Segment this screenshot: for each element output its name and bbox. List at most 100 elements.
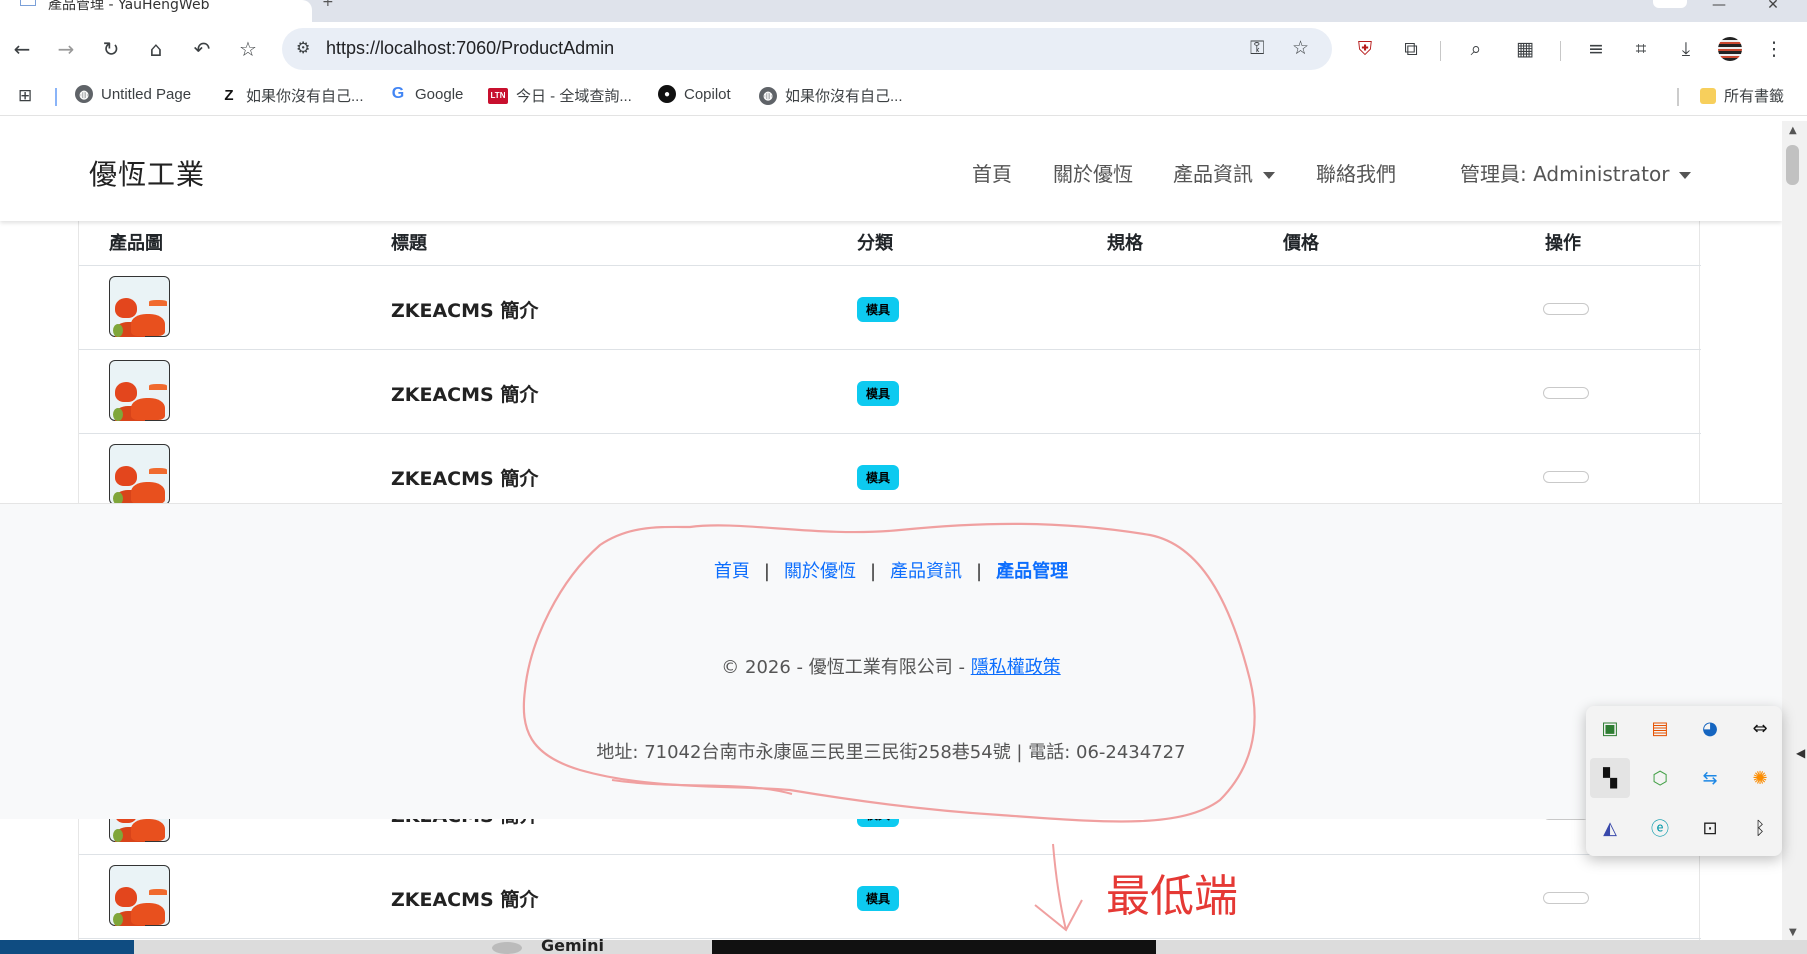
footer-address: 地址: 71042台南市永康區三民里三民街258巷54號 | 電話: 06-24… [596, 742, 1186, 763]
bookmark-item[interactable]: G Google [389, 85, 464, 103]
table-row: ZKEACMS 簡介 模具 [79, 350, 1701, 434]
new-tab-plus-icon[interactable]: + [322, 0, 334, 10]
google-icon: G [391, 85, 405, 102]
bookmark-item[interactable]: LTN 今日 - 全域查詢... [488, 85, 632, 106]
nav-home[interactable]: 首頁 [972, 158, 1012, 187]
bookmark-item[interactable]: ◍ Untitled Page [75, 85, 191, 103]
header-spec: 規格 [1107, 233, 1143, 254]
taskbar-window-preview[interactable] [712, 940, 1156, 954]
header-price: 價格 [1283, 233, 1319, 254]
category-badge: 模具 [857, 297, 900, 322]
bluetooth-icon[interactable]: ᛒ [1740, 808, 1780, 848]
action-button[interactable] [1543, 387, 1589, 399]
page-favicon-icon [20, 0, 36, 6]
table-header: 產品圖 標題 分類 規格 價格 操作 [79, 221, 1701, 266]
tray-app-icon[interactable]: ⬡ [1640, 758, 1680, 798]
action-button[interactable] [1543, 471, 1589, 483]
back-icon[interactable]: ← [8, 35, 36, 63]
scroll-down-icon[interactable]: ▼ [1789, 927, 1797, 938]
apps-grid-icon[interactable]: ⊞ [18, 86, 32, 106]
header-title: 標題 [391, 233, 427, 254]
address-bar[interactable]: ⚙ https://localhost:7060/ProductAdmin ⚿ … [282, 28, 1332, 70]
tray-app-icon[interactable]: ▤ [1640, 708, 1680, 748]
product-thumbnail [109, 865, 170, 926]
close-window-icon[interactable]: ✕ [1751, 0, 1795, 16]
nav-contact[interactable]: 聯絡我們 [1316, 158, 1396, 187]
qr-code-icon[interactable]: ▦ [1511, 35, 1539, 63]
password-key-icon[interactable]: ⚿ [1250, 37, 1264, 59]
product-title: ZKEACMS 簡介 [391, 889, 539, 911]
tab-strip: 產品管理 - YauHengWeb + — ✕ [0, 0, 1807, 22]
page-viewport: 優恆工業 首頁 關於優恆 產品資訊 聯絡我們 管理員: Administrato… [0, 121, 1782, 954]
all-bookmarks-folder[interactable]: 所有書籤 [1700, 85, 1784, 106]
tab-title: 產品管理 - YauHengWeb [48, 0, 210, 13]
product-thumbnail [109, 276, 170, 337]
table-row: ZKEACMS 簡介 模具 [79, 855, 1701, 939]
bookmark-item[interactable]: ◍ 如果你沒有自己... [759, 85, 903, 106]
url-text[interactable]: https://localhost:7060/ProductAdmin [326, 38, 614, 59]
active-tab[interactable]: 產品管理 - YauHengWeb [0, 0, 312, 22]
footer-links: 首頁 | 關於優恆 | 產品資訊 | 產品管理 [713, 561, 1069, 582]
tray-chevron-icon[interactable]: ◀ [1796, 746, 1805, 760]
privacy-link[interactable]: 隱私權政策 [971, 657, 1061, 678]
tray-app-icon[interactable]: ◕ [1690, 708, 1730, 748]
site-footer: 首頁 | 關於優恆 | 產品資訊 | 產品管理 © 2026 - 優恆工業有限公司 - 隱私… [0, 503, 1782, 819]
annotation-note: 最低端 [1106, 871, 1238, 922]
profile-avatar-icon[interactable] [1716, 35, 1744, 63]
search-icon[interactable]: ⌕ [1462, 35, 1490, 63]
undo-icon[interactable]: ↶ [188, 35, 216, 63]
tray-app-icon[interactable]: ▚ [1590, 758, 1630, 798]
menu-kebab-icon[interactable]: ⋮ [1760, 35, 1788, 63]
toolbar-separator [1440, 41, 1441, 61]
reading-list-icon[interactable]: ≡ [1582, 35, 1610, 63]
ltn-icon: LTN [488, 87, 508, 104]
header-actions: 操作 [1545, 233, 1581, 254]
site-settings-icon[interactable]: ⚙ [296, 38, 310, 57]
nav-products-dropdown[interactable]: 產品資訊 [1173, 158, 1275, 187]
footer-link-about[interactable]: 關於優恆 [784, 561, 856, 582]
product-thumbnail [109, 444, 170, 505]
nav-admin-dropdown[interactable]: 管理員: Administrator [1460, 158, 1692, 187]
reload-icon[interactable]: ↻ [97, 35, 125, 63]
window-search-button[interactable] [1653, 0, 1687, 8]
category-badge: 模具 [857, 465, 900, 490]
footer-link-home[interactable]: 首頁 [714, 561, 750, 582]
home-icon[interactable]: ⌂ [142, 35, 170, 63]
crop-icon[interactable]: ⌗ [1627, 35, 1655, 63]
minimize-icon[interactable]: — [1697, 0, 1741, 16]
tray-app-icon[interactable]: ⇆ [1690, 758, 1730, 798]
bookmark-item[interactable]: Z 如果你沒有自己... [220, 85, 363, 106]
footer-link-product-admin[interactable]: 產品管理 [996, 561, 1068, 582]
taskbar-start-area[interactable] [0, 940, 134, 954]
tray-app-icon[interactable]: ⇔ [1740, 708, 1780, 748]
action-button[interactable] [1543, 892, 1589, 904]
tray-lock-icon[interactable]: ⊡ [1690, 808, 1730, 848]
site-brand[interactable]: 優恆工業 [89, 153, 205, 193]
bookmark-divider [1677, 88, 1679, 106]
action-button[interactable] [1543, 303, 1589, 315]
footer-link-products[interactable]: 產品資訊 [890, 561, 962, 582]
tray-app-icon[interactable]: ▣ [1590, 708, 1630, 748]
tray-app-icon[interactable]: ✺ [1740, 758, 1780, 798]
product-thumbnail [109, 360, 170, 421]
nav-about[interactable]: 關於優恆 [1053, 158, 1133, 187]
github-icon: ● [658, 85, 676, 103]
page-scrollbar[interactable]: ▲ ▼ [1782, 121, 1807, 954]
taskbar-app-label[interactable]: Gemini [541, 936, 604, 954]
scrollbar-thumb[interactable] [1786, 145, 1799, 185]
forward-icon[interactable]: → [52, 35, 80, 63]
shield-extension-icon[interactable]: ⛨ [1351, 35, 1379, 63]
header-image: 產品圖 [109, 233, 163, 254]
bookmark-page-icon[interactable]: ☆ [1292, 37, 1309, 59]
header-category: 分類 [857, 233, 893, 254]
product-title: ZKEACMS 簡介 [391, 300, 539, 322]
tray-app-icon[interactable]: ◭ [1590, 808, 1630, 848]
scroll-up-icon[interactable]: ▲ [1789, 125, 1797, 136]
tray-app-icon[interactable]: ⓔ [1640, 808, 1680, 848]
download-icon[interactable]: ⤓ [1672, 35, 1700, 63]
extensions-puzzle-icon[interactable]: ⧉ [1397, 35, 1425, 63]
footer-copyright: © 2026 - 優恆工業有限公司 - 隱私權政策 [721, 657, 1061, 678]
bookmark-item[interactable]: ● Copilot [658, 85, 731, 103]
bookmark-star-icon[interactable]: ☆ [234, 35, 262, 63]
bookmarks-bar: ⊞ ◍ Untitled Page Z 如果你沒有自己... G Google LTN… [0, 76, 1807, 116]
